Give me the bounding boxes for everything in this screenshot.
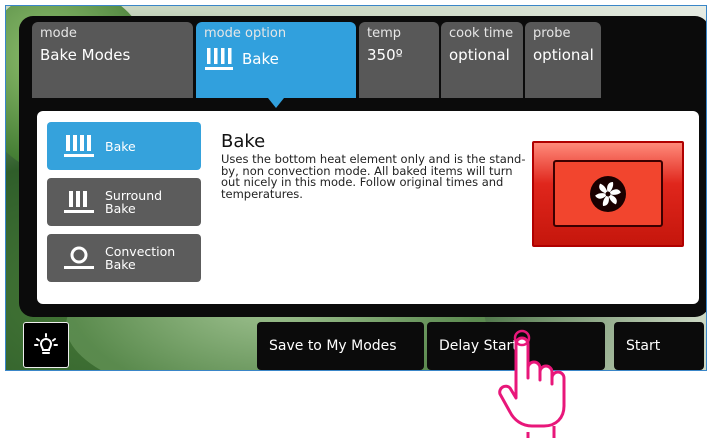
bake-element-icon (64, 135, 94, 157)
option-label: Convection Bake (105, 245, 175, 271)
oven-illustration (532, 141, 684, 247)
mode-description: Uses the bottom heat element only and is… (221, 152, 526, 201)
oven-window (553, 160, 663, 227)
option-convection-bake-button[interactable]: Convection Bake (47, 234, 201, 282)
option-label: Surround Bake (105, 189, 162, 215)
bake-element-icon (205, 48, 233, 70)
tab-label: mode option (204, 26, 287, 41)
tab-temp[interactable]: temp 350º (359, 22, 439, 98)
option-label-line: Bake (105, 201, 136, 216)
tab-value-text: optional (449, 46, 510, 64)
tab-label: mode (40, 26, 77, 41)
tab-value-text: 350º (367, 46, 403, 64)
tab-value-text: optional (533, 46, 594, 64)
tab-label: probe (533, 26, 571, 41)
mode-option-card: Bake Surround Bake Convection Bake Bake … (37, 111, 699, 304)
tab-value: optional (533, 46, 594, 64)
oven-light-icon (34, 333, 58, 354)
oven-fan-icon (590, 175, 626, 212)
surround-element-icon (64, 191, 94, 213)
tab-mode-option[interactable]: mode option Bake (196, 22, 356, 108)
tab-value: 350º (367, 46, 431, 64)
tab-label: cook time (449, 26, 514, 41)
tab-label: temp (367, 26, 402, 41)
start-button[interactable]: Start (614, 322, 704, 370)
button-label: Save to My Modes (269, 338, 397, 354)
tab-value-text: Bake Modes (40, 46, 131, 64)
button-label: Start (626, 338, 661, 354)
tap-hand-icon (498, 329, 566, 438)
oven-control-screen: mode Bake Modes mode option Bake temp 35… (5, 5, 707, 371)
tab-probe[interactable]: probe optional (525, 22, 601, 98)
tab-value: Bake (204, 46, 348, 72)
tab-value: Bake Modes (40, 46, 185, 64)
tab-mode[interactable]: mode Bake Modes (32, 22, 193, 98)
option-surround-bake-button[interactable]: Surround Bake (47, 178, 201, 226)
tab-value: optional (449, 46, 515, 64)
option-label-line: Bake (105, 257, 136, 272)
save-to-my-modes-button[interactable]: Save to My Modes (257, 322, 424, 370)
convection-icon (64, 246, 94, 269)
tab-cook-time[interactable]: cook time optional (441, 22, 523, 98)
option-bake-button[interactable]: Bake (47, 122, 201, 170)
option-label: Bake (105, 138, 136, 154)
oven-light-button[interactable] (23, 322, 69, 368)
tab-value-text: Bake (242, 50, 279, 68)
mode-title: Bake (221, 131, 266, 152)
